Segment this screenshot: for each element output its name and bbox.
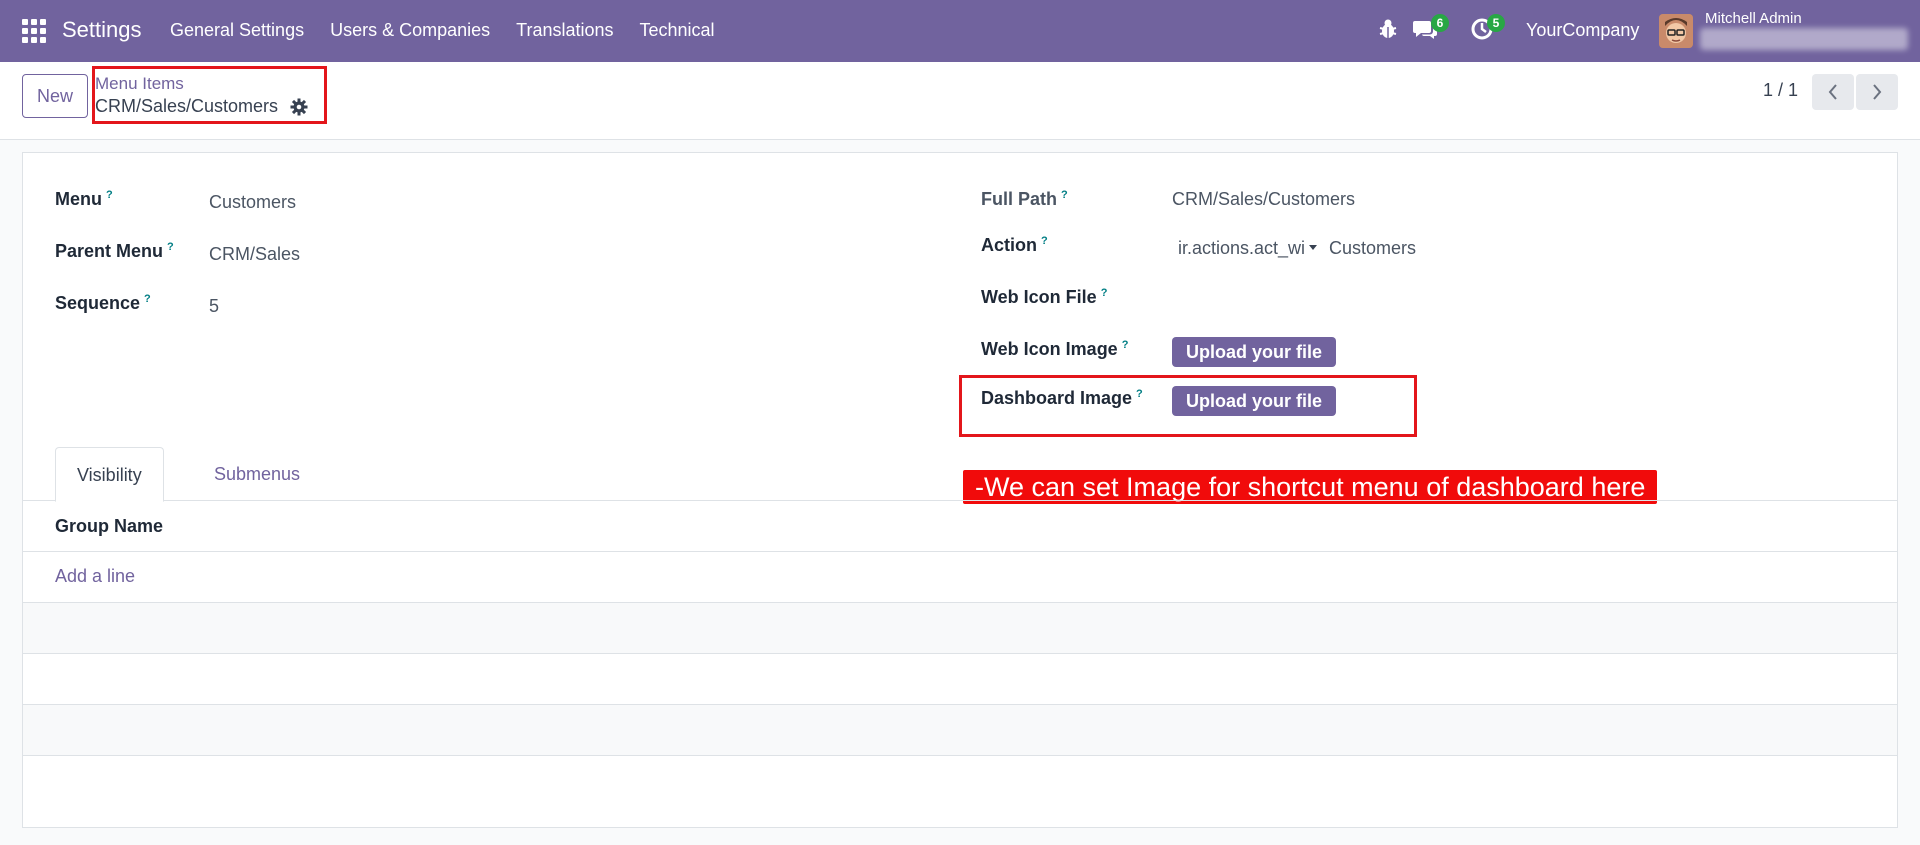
apps-grid-icon[interactable] [22,19,46,43]
activities-badge: 5 [1487,14,1505,32]
dashboard-image-upload-button[interactable]: Upload your file [1172,386,1337,416]
help-icon: ? [1061,189,1068,201]
top-navbar: Settings General Settings Users & Compan… [0,0,1920,62]
menu-label: Menu? [55,189,113,209]
dashboard-image-label: Dashboard Image? [981,388,1143,408]
tab-visibility[interactable]: Visibility [55,447,164,502]
menu-translations[interactable]: Translations [516,20,613,41]
web-icon-upload-button[interactable]: Upload your file [1172,337,1337,367]
caret-down-icon[interactable] [1309,245,1317,250]
control-panel: New Menu Items CRM/Sales/Customers 1 / 1 [0,62,1920,140]
main-menu: General Settings Users & Companies Trans… [170,20,715,41]
action-field[interactable]: Customers [1329,238,1416,259]
parent-menu-field[interactable]: CRM/Sales [209,244,300,265]
sequence-field[interactable]: 5 [209,296,219,317]
menu-general-settings[interactable]: General Settings [170,20,304,41]
table-row-add: Add a line [23,552,1897,603]
column-group-name[interactable]: Group Name [55,516,163,537]
company-switcher[interactable]: YourCompany [1526,20,1639,41]
user-name[interactable]: Mitchell Admin [1705,10,1802,27]
pager-previous-button[interactable] [1812,74,1854,110]
action-label: Action? [981,235,1048,255]
form-sheet: Menu? Customers Parent Menu? CRM/Sales S… [22,152,1898,828]
bug-icon[interactable] [1378,18,1398,45]
breadcrumb-current: CRM/Sales/Customers [95,96,279,116]
app-title[interactable]: Settings [62,17,142,43]
sequence-label: Sequence? [55,293,151,313]
help-icon: ? [1041,235,1048,247]
full-path-field: CRM/Sales/Customers [1172,189,1356,209]
help-icon: ? [106,189,113,201]
new-button[interactable]: New [22,74,88,118]
help-icon: ? [1121,339,1129,351]
chat-icon[interactable]: 6 [1413,14,1449,45]
chevron-right-icon [1873,84,1882,100]
tab-submenus[interactable]: Submenus [193,447,321,501]
breadcrumb-parent-link[interactable]: Menu Items [95,74,184,94]
action-type-select[interactable]: ir.actions.act_wi [1178,238,1305,259]
web-icon-image-label: Web Icon Image? [981,339,1129,359]
pager-value[interactable]: 1 / 1 [1763,80,1798,101]
parent-menu-label: Parent Menu? [55,241,174,261]
full-path-label: Full Path? [981,189,1068,209]
table-header: Group Name [23,501,1897,552]
add-line-link[interactable]: Add a line [55,566,135,587]
table-row [23,603,1897,654]
help-icon: ? [167,241,174,253]
avatar[interactable] [1659,14,1693,48]
redacted-database-name [1700,28,1908,50]
chevron-left-icon [1828,84,1837,100]
notebook-tabs: Visibility Submenus [23,447,1897,502]
messages-badge: 6 [1431,14,1449,32]
help-icon: ? [1100,287,1108,299]
table-row [23,705,1897,756]
menu-technical[interactable]: Technical [640,20,715,41]
table-row [23,654,1897,705]
clock-icon[interactable]: 5 [1471,14,1505,45]
help-icon: ? [1136,388,1143,400]
menu-users-companies[interactable]: Users & Companies [330,20,490,41]
help-icon: ? [144,293,151,305]
gear-icon[interactable] [290,98,308,116]
web-icon-file-label: Web Icon File? [981,287,1108,307]
menu-field[interactable]: Customers [209,192,296,213]
pager-next-button[interactable] [1856,74,1898,110]
